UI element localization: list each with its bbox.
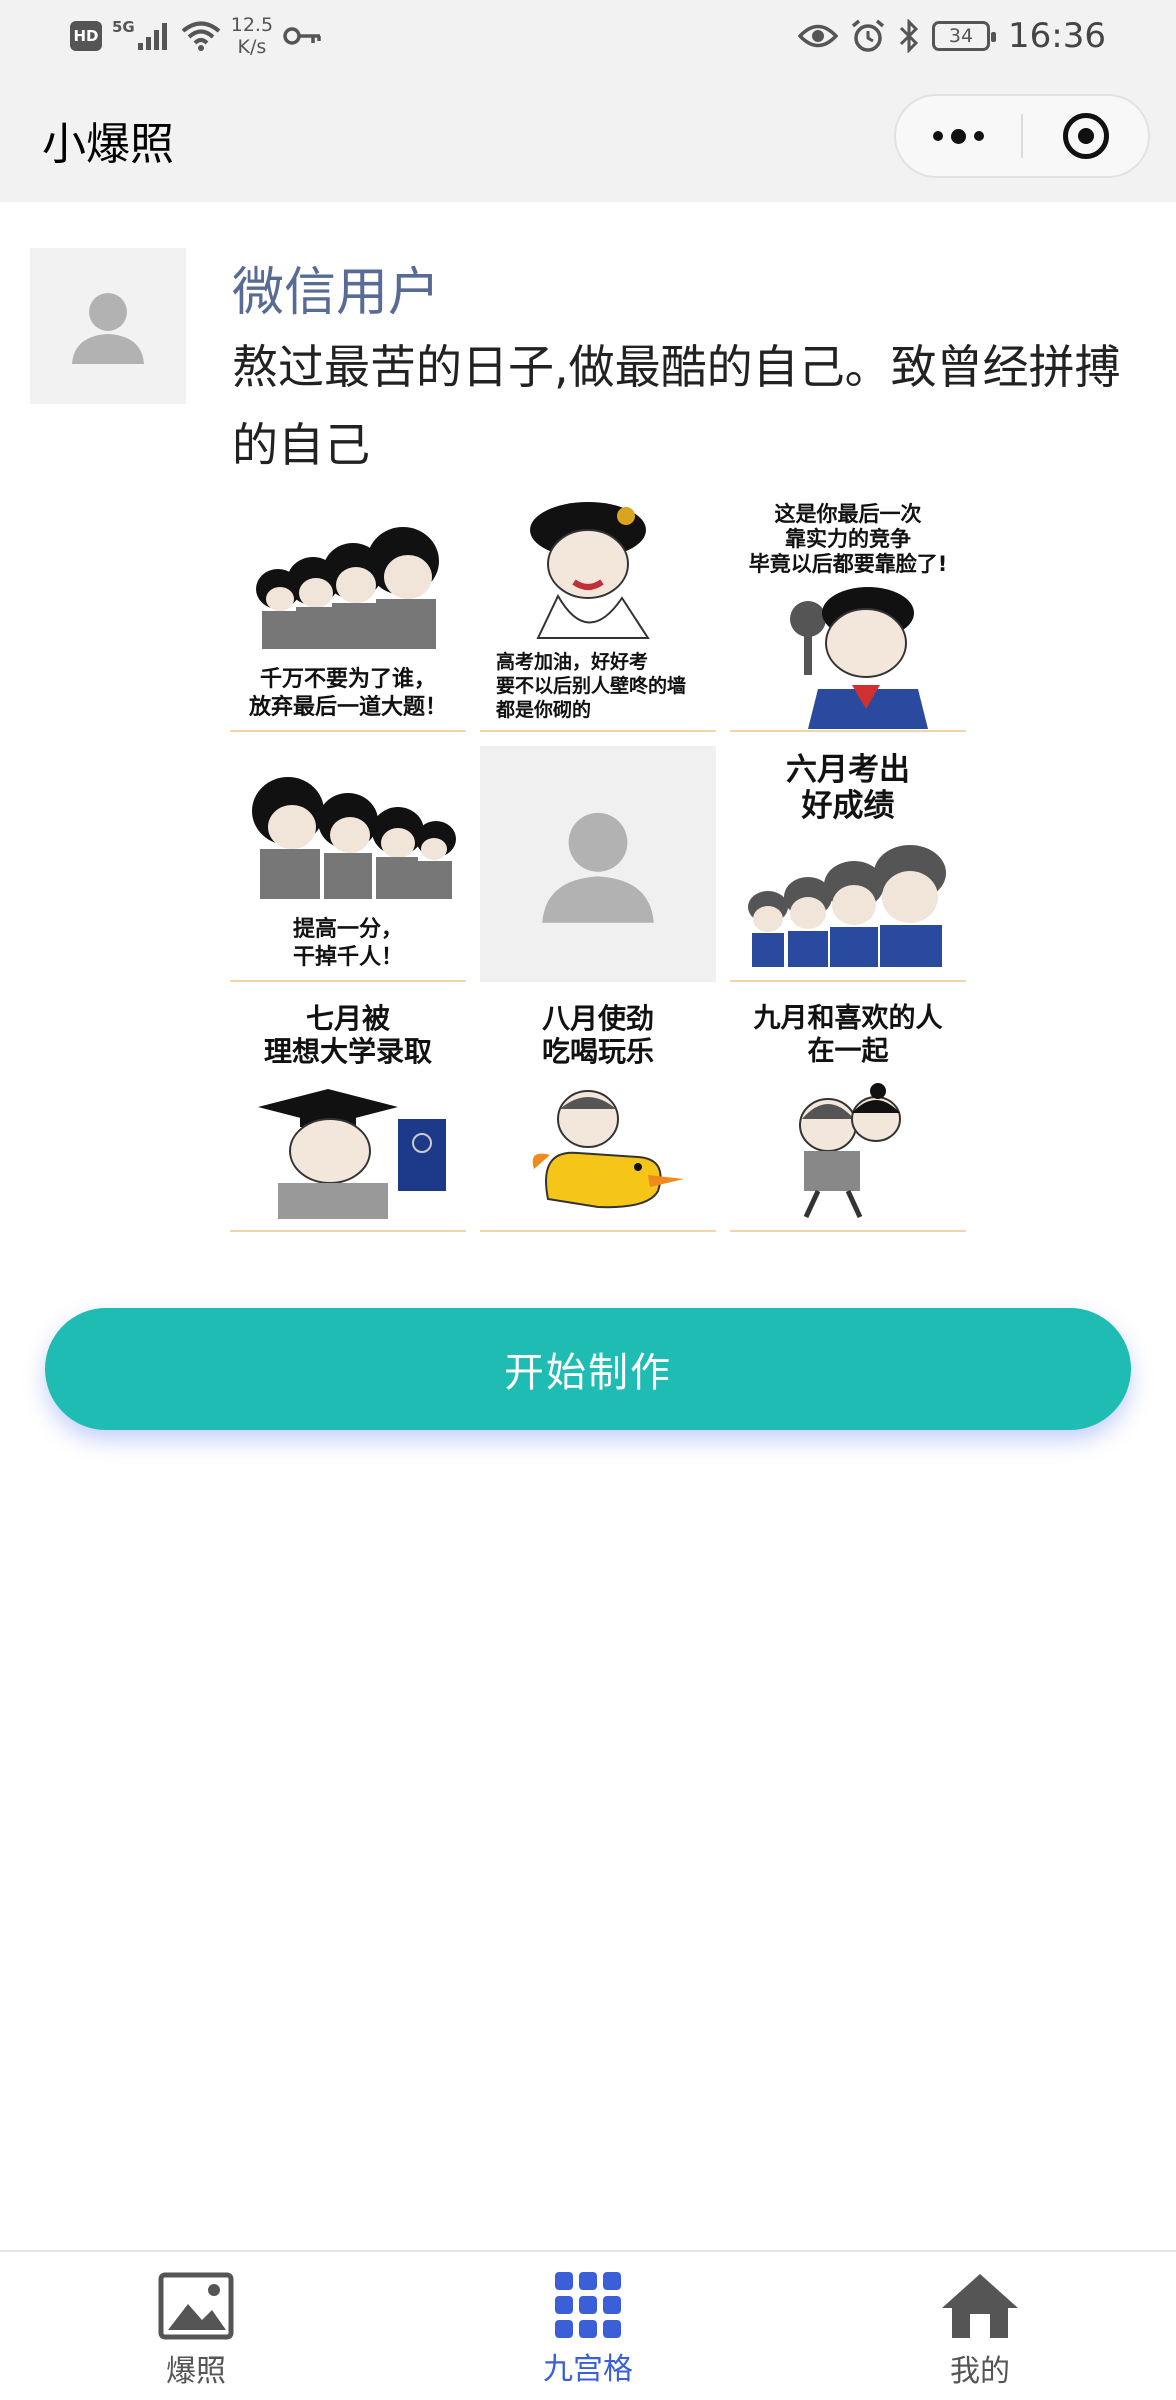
- meme-figure: [230, 1068, 466, 1230]
- tab-label: 我的: [950, 2354, 1010, 2389]
- net-speed-value: 12.5: [230, 14, 274, 36]
- avatar[interactable]: [30, 248, 186, 404]
- hd-badge: HD: [70, 21, 102, 51]
- meme-figure: [480, 1068, 716, 1230]
- title-bar: 小爆照: [0, 72, 1176, 202]
- meme-figure: [480, 496, 716, 650]
- meme-caption: 千万不要为了谁， 放弃最后一道大题！: [248, 667, 447, 720]
- tab-label: 九宫格: [543, 2352, 633, 2387]
- close-button[interactable]: [1023, 96, 1148, 176]
- network-type: 5G: [112, 18, 135, 36]
- image-grid: 千万不要为了谁， 放弃最后一道大题！ 高考加油，好好考 要不以后别人壁咚的墙 都…: [230, 496, 970, 1234]
- grid-image[interactable]: 千万不要为了谁， 放弃最后一道大题！: [230, 496, 466, 732]
- status-bar: HD 5G 12.5 K/s 34 16:36: [0, 0, 1176, 72]
- meme-caption: 七月被 理想大学录取: [263, 1002, 432, 1068]
- image-icon: [158, 2272, 234, 2340]
- start-making-button[interactable]: 开始制作: [45, 1308, 1131, 1430]
- page-title: 小爆照: [42, 119, 174, 170]
- bluetooth-icon: [899, 19, 919, 53]
- status-right: 34 16:36: [798, 14, 1106, 58]
- eye-icon: [798, 24, 839, 48]
- meme-figures: [230, 746, 466, 916]
- tab-bar: 爆照 九宫格 我的: [0, 2250, 1176, 2400]
- meme-figures: [730, 1068, 966, 1230]
- meme-caption: 九月和喜欢的人 在一起: [753, 1003, 943, 1067]
- battery-indicator: 34: [932, 21, 997, 51]
- default-avatar-icon: [72, 293, 144, 364]
- signal-icon: [137, 23, 167, 50]
- tab-mine[interactable]: 我的: [784, 2252, 1176, 2400]
- mini-program-capsule: [894, 94, 1150, 178]
- tab-label: 爆照: [166, 2354, 226, 2389]
- meme-caption: 六月考出 好成绩: [786, 752, 910, 824]
- key-icon: [283, 27, 321, 45]
- grid-image[interactable]: 提高一分， 干掉千人！: [230, 746, 466, 982]
- more-button[interactable]: [896, 96, 1021, 176]
- clock: 16:36: [1008, 16, 1106, 56]
- tab-photo[interactable]: 爆照: [0, 2252, 392, 2400]
- post-caption: 熬过最苦的日子,做最酷的自己。致曾经拼搏的自己: [232, 340, 1121, 472]
- username[interactable]: 微信用户: [232, 250, 440, 325]
- alarm-icon: [851, 19, 885, 52]
- meme-figure: [730, 577, 966, 730]
- grid-image[interactable]: 高考加油，好好考 要不以后别人壁咚的墙 都是你砌的: [480, 496, 716, 732]
- meme-caption: 八月使劲 吃喝玩乐: [541, 1002, 654, 1068]
- status-left: HD 5G 12.5 K/s: [70, 14, 323, 58]
- grid-image[interactable]: 这是你最后一次 靠实力的竞争 毕竟以后都要靠脸了!: [730, 496, 966, 732]
- grid-icon: [555, 2272, 621, 2338]
- grid-image[interactable]: 八月使劲 吃喝玩乐: [480, 996, 716, 1232]
- tab-grid[interactable]: 九宫格: [392, 2252, 784, 2400]
- wifi-icon: [181, 21, 221, 51]
- meme-figures: [230, 496, 466, 666]
- grid-image[interactable]: 六月考出 好成绩: [730, 746, 966, 982]
- home-icon: [942, 2274, 1018, 2338]
- meme-figures: [730, 824, 966, 980]
- meme-caption: 高考加油，好好考 要不以后别人壁咚的墙 都是你砌的: [496, 651, 687, 721]
- close-target-icon: [1062, 113, 1109, 159]
- meme-caption: 提高一分， 干掉千人！: [292, 917, 403, 970]
- net-speed: 12.5 K/s: [231, 14, 273, 58]
- grid-image-placeholder[interactable]: [480, 746, 716, 982]
- meme-caption: 这是你最后一次 靠实力的竞争 毕竟以后都要靠脸了!: [748, 502, 948, 576]
- more-icon: [933, 128, 984, 144]
- grid-image[interactable]: 七月被 理想大学录取: [230, 996, 466, 1232]
- net-speed-unit: K/s: [237, 36, 267, 58]
- image-placeholder-icon: [542, 812, 654, 923]
- grid-image[interactable]: 九月和喜欢的人 在一起: [730, 996, 966, 1232]
